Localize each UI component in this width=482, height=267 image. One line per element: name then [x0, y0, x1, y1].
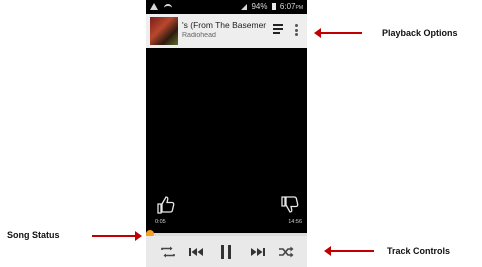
clock: 6:07 — [279, 2, 296, 11]
thumbs-up-icon[interactable] — [156, 195, 176, 215]
battery-percent: 94% — [251, 2, 268, 11]
thumbs-down-icon[interactable] — [280, 195, 300, 215]
song-status-arrow — [92, 231, 142, 241]
phone-screen: 94% 6:07PM 's (From The Basement) Radioh… — [146, 0, 307, 267]
wifi-icon — [164, 3, 173, 10]
notification-icon — [150, 3, 158, 11]
repeat-icon[interactable] — [158, 242, 178, 262]
signal-icon — [241, 3, 248, 10]
playback-options-arrow — [314, 28, 362, 38]
more-vert-icon[interactable] — [293, 24, 299, 38]
now-playing-bar[interactable]: 's (From The Basement) Radiohead — [146, 14, 307, 48]
song-status-callout: Song Status — [7, 230, 60, 240]
track-controls — [146, 236, 307, 267]
status-bar: 94% 6:07PM — [146, 0, 307, 14]
pause-icon[interactable] — [216, 242, 236, 262]
track-controls-arrow — [324, 246, 374, 256]
skip-next-icon[interactable] — [248, 242, 268, 262]
queue-music-icon[interactable] — [273, 24, 285, 38]
song-title: 's (From The Basement) — [182, 20, 266, 30]
total-time: 14:56 — [288, 219, 302, 225]
shuffle-icon[interactable] — [276, 242, 296, 262]
song-artist: Radiohead — [182, 32, 216, 39]
status-right: 94% 6:07PM — [241, 0, 303, 15]
playback-options-callout: Playback Options — [382, 28, 458, 38]
elapsed-time: 0:05 — [155, 219, 166, 225]
battery-icon — [271, 3, 276, 11]
album-art[interactable] — [150, 17, 178, 45]
track-controls-callout: Track Controls — [387, 246, 451, 256]
status-left-icons — [150, 0, 173, 14]
skip-previous-icon[interactable] — [186, 242, 206, 262]
clock-ampm: PM — [295, 5, 304, 11]
